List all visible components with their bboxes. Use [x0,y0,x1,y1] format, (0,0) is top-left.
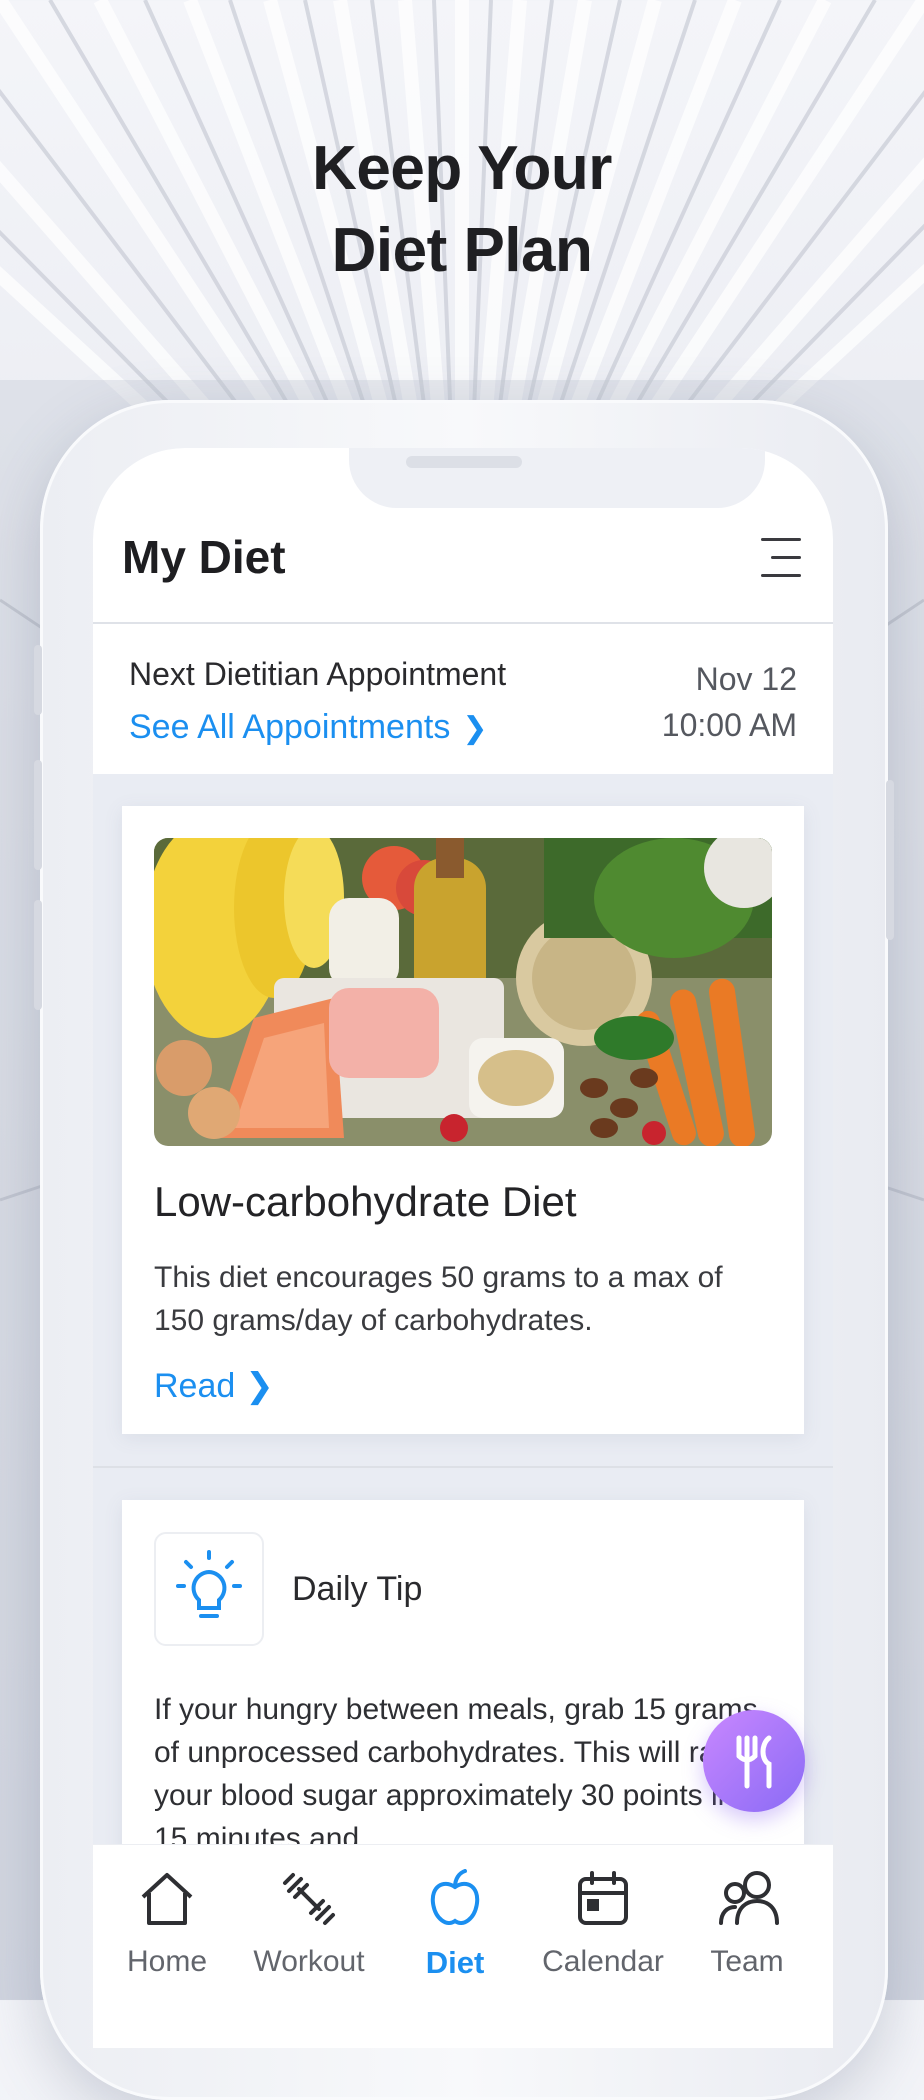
appointment-datetime: Nov 12 10:00 AM [662,656,797,748]
tab-home-label: Home [126,1945,208,1978]
diet-card-title: Low-carbohydrate Diet [154,1178,577,1225]
diet-card-description: This diet encourages 50 grams to a max o… [154,1261,723,1337]
tab-diet-label: Diet [425,1945,485,1980]
tab-calendar-label: Calendar [542,1945,664,1978]
phone-side-button [886,780,894,940]
daily-tip-title: Daily Tip [292,1570,423,1608]
headline-line-2: Diet Plan [331,216,593,285]
daily-tip-text: If your hungry between meals, grab 15 gr… [154,1693,758,1855]
phone-side-button [34,760,42,870]
tab-team-label: Team [710,1945,784,1978]
see-all-appointments-label: See All Appointments [129,708,451,746]
dumbbell-icon [283,1873,335,1925]
appointment-banner: Next Dietitian Appointment See All Appoi… [93,624,833,774]
home-icon [141,1873,193,1925]
cutlery-icon [736,1735,772,1789]
apple-icon [430,1869,480,1925]
appointment-date: Nov 12 [695,661,797,697]
read-link-label: Read [154,1367,236,1405]
see-all-appointments-link[interactable]: See All Appointments ❯ [129,708,487,747]
headline-line-1: Keep Your [312,134,612,203]
chevron-right-icon: ❯ [245,1367,274,1405]
tab-team[interactable]: Team [673,1845,821,2015]
team-icon [719,1871,779,1925]
appointment-time: 10:00 AM [661,707,797,743]
section-divider [93,1466,833,1468]
chevron-right-icon: ❯ [462,712,488,745]
read-link[interactable]: Read ❯ [154,1366,274,1406]
headline: Keep Your Diet Plan [0,128,924,292]
daily-tip-card: Daily Tip If your hungry between meals, … [122,1500,804,1900]
bottom-tab-bar: Home Workout Diet Calendar Team [93,1844,833,2048]
menu-icon[interactable] [757,538,801,578]
tab-workout[interactable]: Workout [235,1845,383,2015]
tab-workout-label: Workout [253,1945,365,1978]
phone-side-button [34,900,42,1010]
phone-speaker [406,456,522,468]
food-image [154,838,772,1146]
tab-calendar[interactable]: Calendar [529,1845,677,2015]
tab-diet[interactable]: Diet [381,1845,529,2015]
add-meal-button[interactable] [703,1710,805,1812]
calendar-icon [578,1871,628,1925]
appointment-label: Next Dietitian Appointment [129,656,507,692]
page-title: My Diet [122,531,286,583]
diet-card[interactable]: Low-carbohydrate Diet This diet encourag… [122,806,804,1434]
tab-home[interactable]: Home [93,1845,241,2015]
phone-side-button [34,645,42,715]
lightbulb-icon [154,1532,264,1646]
